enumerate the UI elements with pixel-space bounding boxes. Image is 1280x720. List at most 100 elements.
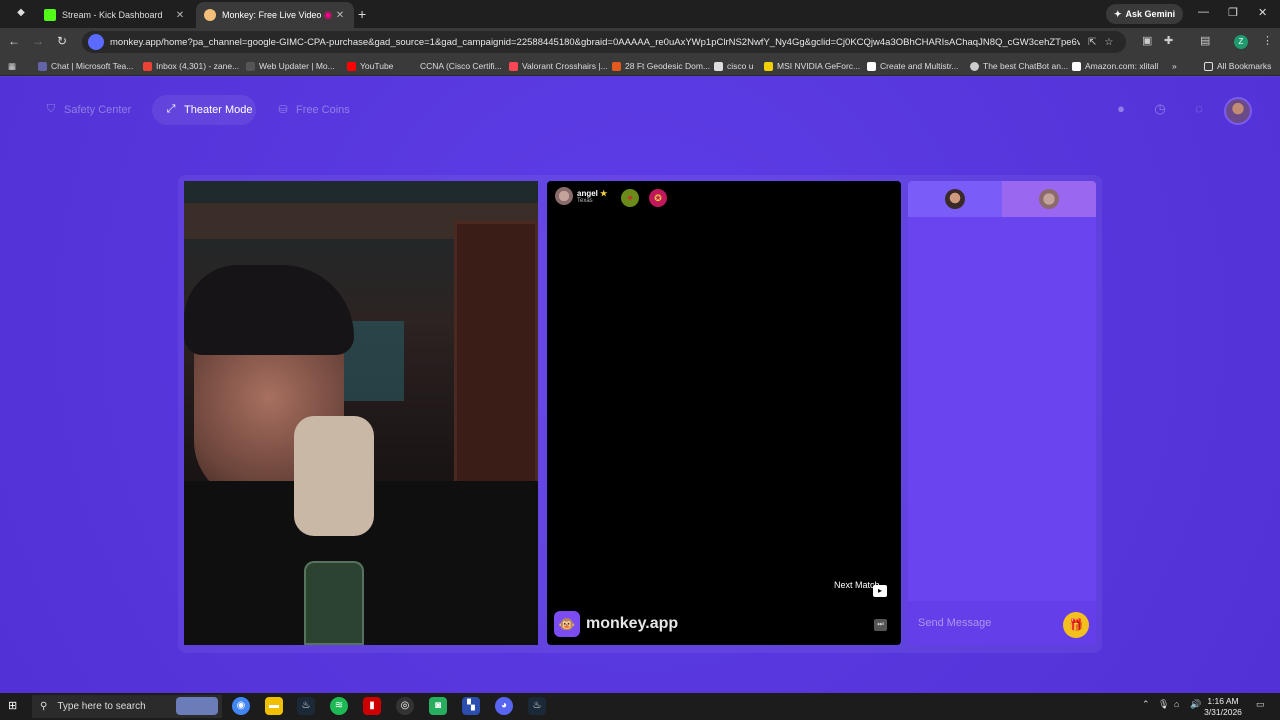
restore-icon[interactable]: ❐: [1228, 6, 1238, 19]
bookmark-star-icon[interactable]: ☆: [1104, 37, 1113, 48]
install-app-icon[interactable]: ⇱: [1088, 37, 1096, 48]
clock-date: 3/31/2026: [1204, 707, 1242, 717]
bookmark-item[interactable]: CCNA (Cisco Certifi...: [407, 59, 502, 73]
spotify-icon[interactable]: ≋: [330, 697, 348, 715]
windows-taskbar: ⊞ ⚲ Type here to search ◉ ▬ ♨ ≋ ▮ ◎ ◙ ▚ …: [0, 693, 1280, 720]
safety-center-button[interactable]: ⛉ Safety Center: [44, 95, 131, 125]
stranger-profile[interactable]: angel ★ Texas: [555, 187, 607, 205]
all-bookmarks-button[interactable]: All Bookmarks: [1204, 59, 1271, 73]
stranger-avatar: [555, 187, 573, 205]
windows-start-icon[interactable]: ⊞: [8, 699, 22, 713]
close-tab-icon[interactable]: ✕: [334, 10, 346, 21]
microphone-icon[interactable]: 🎙: [1158, 699, 1169, 710]
network-icon[interactable]: ⌂: [1174, 699, 1179, 709]
valorant-icon: [509, 61, 518, 71]
app-red-icon[interactable]: ▮: [363, 697, 381, 715]
bookmark-item[interactable]: Inbox (4,301) - zane...: [143, 59, 239, 73]
reload-icon[interactable]: ↻: [54, 34, 70, 48]
tab-monkey[interactable]: Monkey: Free Live Video Ch ◉ ✕: [196, 2, 354, 28]
bookmark-item[interactable]: Chat | Microsoft Tea...: [38, 59, 133, 73]
bookmark-item[interactable]: Valorant Crosshairs |...: [509, 59, 608, 73]
award-badge-icon[interactable]: ✪: [649, 189, 667, 207]
file-explorer-icon[interactable]: ▬: [265, 697, 283, 715]
app-green-icon[interactable]: ◙: [429, 697, 447, 715]
new-tab-button[interactable]: +: [358, 6, 366, 22]
taskbar-clock[interactable]: 1:16 AM 3/31/2026: [1198, 696, 1248, 718]
url-text[interactable]: monkey.app/home?pa_channel=google-GIMC-C…: [110, 37, 1080, 48]
monkey-app-page: ⛉ Safety Center ⤢ Theater Mode ⛁ Free Co…: [0, 77, 1280, 693]
steam-alt-icon[interactable]: ♨: [528, 697, 546, 715]
messages-icon[interactable]: ◌: [1189, 99, 1209, 119]
apps-grid-icon[interactable]: ▦: [8, 59, 16, 73]
person-cap: [184, 265, 354, 355]
gmail-icon: [143, 61, 152, 71]
tab-search-icon[interactable]: ◆: [14, 7, 28, 21]
close-window-icon[interactable]: ✕: [1258, 6, 1267, 19]
user-avatar[interactable]: [1224, 97, 1252, 125]
minimize-icon[interactable]: —: [1198, 6, 1209, 18]
bookmark-item[interactable]: The best ChatBot an...: [970, 59, 1068, 73]
tab-title: Monkey: Free Live Video Ch: [222, 10, 322, 20]
menu-kebab-icon[interactable]: ⋮: [1262, 34, 1273, 47]
stranger-mini-avatar: [1039, 189, 1059, 209]
address-bar[interactable]: monkey.app/home?pa_channel=google-GIMC-C…: [82, 31, 1126, 53]
tab-self-chat[interactable]: [908, 181, 1002, 217]
discord-icon[interactable]: ◕: [495, 697, 513, 715]
tab-stranger-chat[interactable]: [1002, 181, 1096, 217]
close-tab-icon[interactable]: ✕: [174, 10, 186, 21]
recording-indicator-icon: ◉: [323, 9, 333, 21]
ask-gemini-button[interactable]: ✦ Ask Gemini: [1106, 4, 1184, 24]
side-panel-icon[interactable]: ▤: [1200, 34, 1210, 47]
app-blue-icon[interactable]: ▚: [462, 697, 480, 715]
bookmark-item[interactable]: YouTube: [347, 59, 393, 73]
etsy-icon: [612, 61, 621, 71]
extensions-icon[interactable]: ✚: [1164, 34, 1173, 47]
notifications-icon[interactable]: ▭: [1256, 699, 1265, 710]
coin-balance-icon[interactable]: ●: [1111, 99, 1131, 119]
tab-title: Stream - Kick Dashboard: [62, 10, 163, 20]
bookmark-item[interactable]: Amazon.com: xlitall: [1072, 59, 1158, 73]
stranger-camera-view: [547, 181, 901, 645]
next-match-button[interactable]: ▸: [873, 585, 887, 597]
obs-icon[interactable]: ◎: [396, 697, 414, 715]
jacket-collar: [294, 416, 374, 536]
heart-badge-icon[interactable]: ♥: [621, 189, 639, 207]
free-coins-button[interactable]: ⛁ Free Coins: [276, 95, 350, 125]
ask-gemini-label: Ask Gemini: [1125, 9, 1176, 19]
bookmark-item[interactable]: Create and Multistr...: [867, 59, 958, 73]
tab-kick-dashboard[interactable]: Stream - Kick Dashboard ✕: [36, 2, 194, 28]
forward-icon[interactable]: →: [30, 34, 46, 48]
bookmark-item[interactable]: Web Updater | Mo...: [246, 59, 335, 73]
steam-icon[interactable]: ♨: [297, 697, 315, 715]
stranger-name: angel: [577, 188, 598, 198]
bookmark-item[interactable]: cisco u: [714, 59, 753, 73]
bookmark-item[interactable]: 28 Ft Geodesic Dom...: [612, 59, 710, 73]
cisco-u-icon: [714, 61, 723, 71]
self-camera-view: [184, 181, 538, 645]
gemini-icon: ✦: [1114, 8, 1122, 19]
folder-icon: [764, 61, 773, 71]
bookmark-item[interactable]: MSI NVIDIA GeForc...: [764, 59, 860, 73]
tray-chevron-icon[interactable]: ⌃: [1142, 699, 1150, 710]
more-bookmarks-icon[interactable]: »: [1172, 59, 1177, 73]
verified-star-icon: ★: [600, 188, 608, 198]
back-icon[interactable]: ←: [6, 34, 22, 48]
site-info-icon[interactable]: [88, 34, 104, 50]
chrome-icon[interactable]: ◉: [232, 697, 250, 715]
youtube-icon: [347, 61, 356, 71]
background-cabinet: [454, 221, 538, 491]
cast-icon[interactable]: ▣: [1142, 34, 1152, 47]
search-placeholder: Type here to search: [57, 701, 146, 712]
free-coins-label: Free Coins: [296, 104, 350, 116]
history-icon[interactable]: ◷: [1150, 99, 1170, 119]
gift-icon[interactable]: 🎁: [1063, 612, 1089, 638]
theater-mode-button[interactable]: ⤢ Theater Mode: [152, 95, 256, 125]
restream-icon: [867, 61, 876, 71]
search-highlight-icon: [176, 697, 218, 715]
coins-icon: ⛁: [278, 104, 288, 116]
profile-avatar[interactable]: Z: [1234, 35, 1248, 49]
monkey-brand: 🐵 monkey.app: [554, 611, 678, 637]
skip-icon[interactable]: ⏭: [874, 619, 887, 631]
brand-text: monkey.app: [586, 615, 679, 632]
chatgpt-icon: [970, 61, 979, 71]
